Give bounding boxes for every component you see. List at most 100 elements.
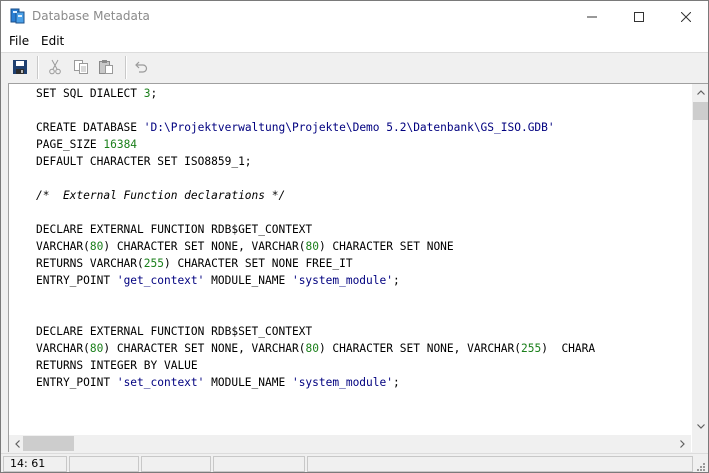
- code-token: ) CHARACTER SET NONE, VARCHAR(: [318, 342, 522, 355]
- code-token: ;: [150, 87, 158, 100]
- status-panel: [141, 456, 211, 472]
- code-token: RETURNS VARCHAR(: [36, 257, 144, 270]
- chevron-up-icon: [696, 90, 705, 95]
- code-token: ;: [393, 274, 400, 287]
- code-token: 80: [305, 342, 319, 355]
- code-token: MODULE_NAME: [204, 274, 292, 287]
- code-text-area[interactable]: SET SQL DIALECT 3; CREATE DATABASE 'D:\P…: [36, 85, 689, 433]
- code-line[interactable]: [36, 289, 689, 306]
- code-token: ) CHARACTER SET NONE FREE_IT: [164, 257, 353, 270]
- code-line[interactable]: [36, 204, 689, 221]
- undo-button[interactable]: [130, 56, 152, 78]
- code-token: 80: [89, 342, 104, 355]
- code-line[interactable]: CREATE DATABASE 'D:\Projektverwaltung\Pr…: [36, 119, 689, 136]
- code-line[interactable]: VARCHAR(80) CHARACTER SET NONE, VARCHAR(…: [36, 340, 689, 357]
- chevron-left-icon: [15, 439, 20, 448]
- code-line[interactable]: DECLARE EXTERNAL FUNCTION RDB$SET_CONTEX…: [36, 323, 689, 340]
- maximize-button[interactable]: [616, 1, 661, 32]
- cursor-position: 14: 61: [3, 456, 67, 472]
- scrollbar-corner: [692, 435, 708, 452]
- code-line[interactable]: PAGE_SIZE 16384: [36, 136, 689, 153]
- code-token: VARCHAR(: [36, 342, 90, 355]
- code-line[interactable]: [36, 170, 689, 187]
- code-line[interactable]: [36, 102, 689, 119]
- code-token: 255: [521, 342, 542, 355]
- code-token: ENTRY_POINT: [36, 274, 117, 287]
- cut-button[interactable]: [44, 56, 66, 78]
- code-token: 16384: [103, 138, 138, 151]
- toolbar: [1, 53, 708, 82]
- code-token: 'system_module': [291, 376, 393, 389]
- horizontal-scroll-thumb[interactable]: [23, 436, 74, 451]
- code-line[interactable]: [36, 306, 689, 323]
- code-token: DECLARE EXTERNAL FUNCTION RDB$GET_CONTEX…: [36, 223, 313, 236]
- code-token: PAGE_SIZE: [36, 138, 104, 151]
- code-line[interactable]: VARCHAR(80) CHARACTER SET NONE, VARCHAR(…: [36, 238, 689, 255]
- code-line[interactable]: RETURNS INTEGER BY VALUE: [36, 357, 689, 374]
- code-token: 80: [89, 240, 104, 253]
- code-token: /* External Function declarations */: [36, 189, 286, 202]
- menu-edit[interactable]: Edit: [41, 34, 64, 48]
- status-panel: [69, 456, 139, 472]
- horizontal-scrollbar[interactable]: [9, 435, 691, 452]
- vertical-scrollbar[interactable]: [692, 84, 708, 435]
- close-button[interactable]: [663, 1, 708, 32]
- save-button[interactable]: [9, 56, 31, 78]
- database-app-icon: [10, 8, 25, 24]
- save-icon: [13, 60, 27, 74]
- menu-file[interactable]: File: [9, 34, 29, 48]
- code-line[interactable]: ENTRY_POINT 'get_context' MODULE_NAME 's…: [36, 272, 689, 289]
- code-line[interactable]: SET SQL DIALECT 3;: [36, 85, 689, 102]
- code-token: 3: [143, 87, 151, 100]
- copy-icon: [74, 60, 88, 74]
- resize-grip-icon[interactable]: [694, 460, 706, 472]
- code-token: ENTRY_POINT: [36, 376, 117, 389]
- code-token: CREATE DATABASE: [36, 121, 144, 134]
- code-line[interactable]: DEFAULT CHARACTER SET ISO8859_1;: [36, 153, 689, 170]
- minimize-icon: [586, 16, 597, 17]
- app-window: Database Metadata File Edit SET SQL DIAL…: [0, 0, 709, 473]
- code-token: ) CHARACTER SET NONE, VARCHAR(: [103, 240, 306, 253]
- status-bar: 14: 61: [1, 453, 708, 472]
- vertical-scroll-thumb[interactable]: [693, 102, 708, 120]
- scroll-down-button[interactable]: [692, 418, 708, 435]
- code-line[interactable]: RETURNS VARCHAR(255) CHARACTER SET NONE …: [36, 255, 689, 272]
- paste-icon: [99, 60, 113, 74]
- code-token: ) CHARACTER SET NONE: [318, 240, 454, 253]
- maximize-icon: [633, 11, 644, 22]
- code-token: 'set_context': [116, 376, 205, 389]
- code-token: SET SQL DIALECT: [36, 87, 144, 100]
- toolbar-separator: [37, 56, 39, 79]
- chevron-right-icon: [680, 439, 685, 448]
- code-line[interactable]: DECLARE EXTERNAL FUNCTION RDB$GET_CONTEX…: [36, 221, 689, 238]
- toolbar-separator: [125, 56, 127, 79]
- undo-icon: [135, 61, 148, 73]
- code-token: DEFAULT CHARACTER SET ISO8859_1;: [36, 155, 252, 168]
- code-token: 'system_module': [291, 274, 393, 287]
- minimize-button[interactable]: [569, 1, 614, 32]
- sql-editor[interactable]: SET SQL DIALECT 3; CREATE DATABASE 'D:\P…: [8, 83, 708, 452]
- code-token: 'get_context': [116, 274, 205, 287]
- paste-button[interactable]: [95, 56, 117, 78]
- scroll-right-button[interactable]: [674, 435, 691, 452]
- code-token: ;: [393, 376, 400, 389]
- code-token: MODULE_NAME: [204, 376, 292, 389]
- close-icon: [680, 11, 691, 22]
- scroll-up-button[interactable]: [692, 84, 708, 101]
- code-token: DECLARE EXTERNAL FUNCTION RDB$SET_CONTEX…: [36, 325, 313, 338]
- status-panel: [213, 456, 305, 472]
- code-token: 'D:\Projektverwaltung\Projekte\Demo 5.2\…: [143, 121, 555, 134]
- code-token: ) CHARACTER SET NONE, VARCHAR(: [103, 342, 306, 355]
- window-title: Database Metadata: [32, 9, 150, 23]
- code-line[interactable]: /* External Function declarations */: [36, 187, 689, 204]
- code-token: 80: [305, 240, 319, 253]
- menu-bar: File Edit: [1, 32, 708, 53]
- code-token: VARCHAR(: [36, 240, 90, 253]
- code-line[interactable]: ENTRY_POINT 'set_context' MODULE_NAME 's…: [36, 374, 689, 391]
- copy-button[interactable]: [70, 56, 92, 78]
- cut-icon: [49, 59, 61, 75]
- status-panel: [307, 456, 693, 472]
- title-bar[interactable]: Database Metadata: [1, 1, 708, 32]
- chevron-down-icon: [696, 424, 705, 429]
- code-token: 255: [143, 257, 164, 270]
